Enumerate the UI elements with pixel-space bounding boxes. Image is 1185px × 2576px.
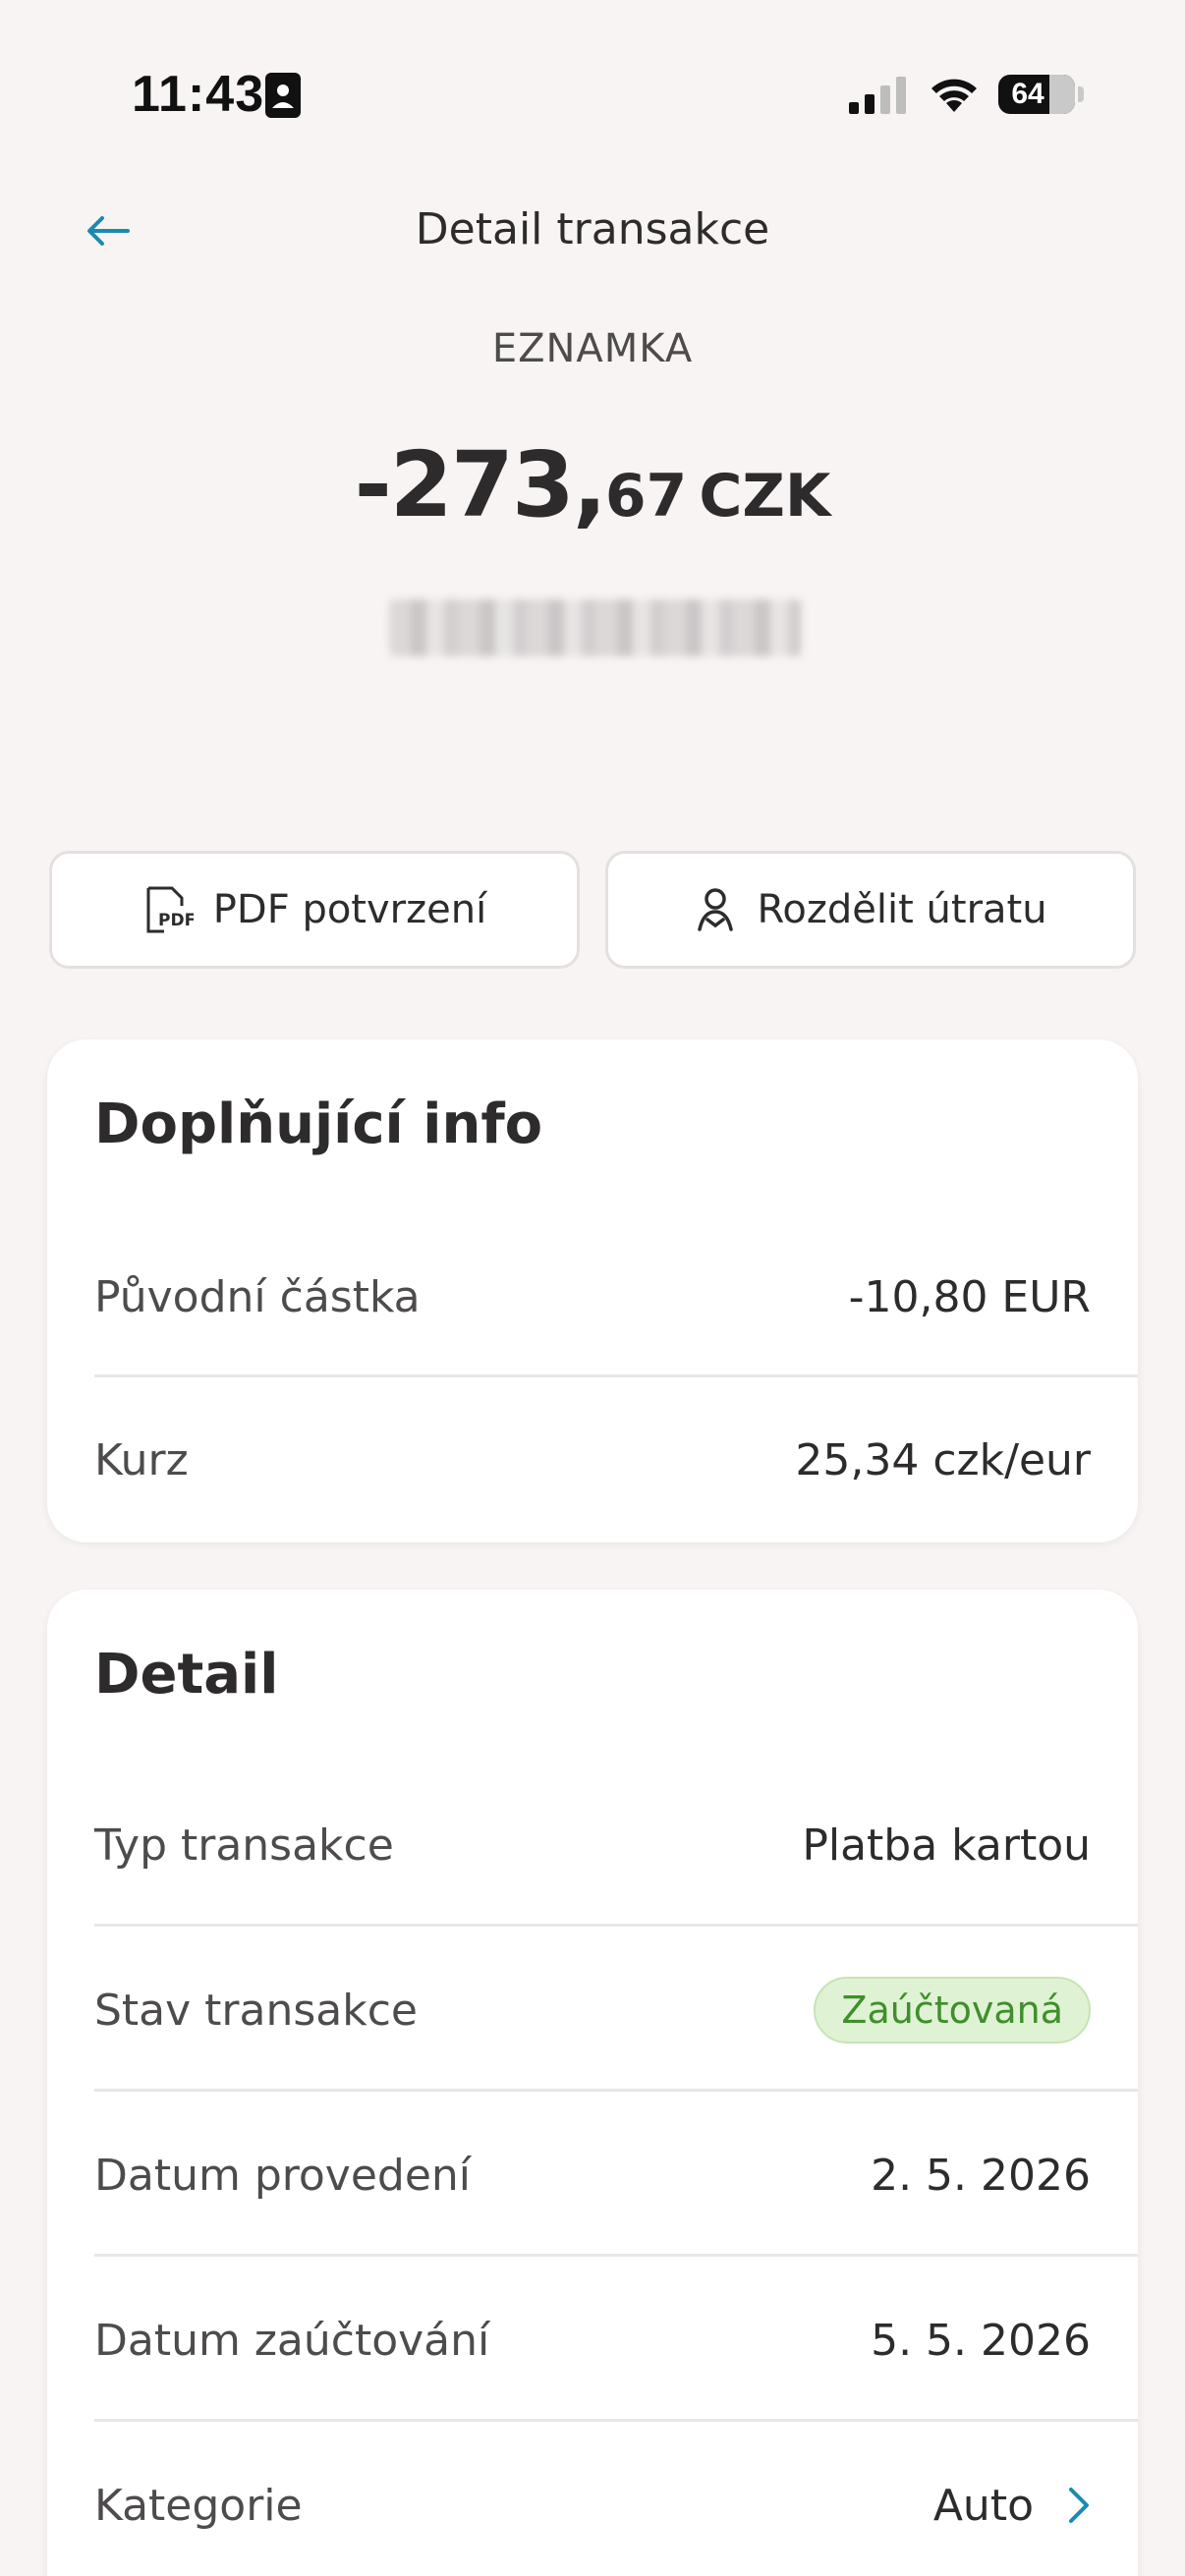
row-value: Platba kartou: [802, 1820, 1091, 1871]
cellular-signal-icon: [849, 77, 906, 114]
page-title: Detail transakce: [415, 204, 770, 254]
amount-minor: 67: [604, 462, 688, 531]
detail-row-posting-date: Datum zaúčtování 5. 5. 2026: [94, 2258, 1138, 2423]
row-label: Stav transakce: [94, 1985, 418, 2036]
row-label: Kategorie: [94, 2480, 303, 2531]
person-split-icon: [698, 888, 734, 931]
transaction-amount: -273,67 CZK: [0, 432, 1185, 537]
row-label: Datum zaúčtování: [94, 2315, 490, 2366]
detail-row-status: Stav transakce Zaúčtovaná: [94, 1928, 1138, 2093]
status-badge: Zaúčtovaná: [814, 1977, 1091, 2044]
row-label: Typ transakce: [94, 1820, 394, 1871]
info-row-original-amount: Původní částka -10,80 EUR: [94, 1214, 1138, 1379]
row-value: 2. 5. 2026: [871, 2150, 1091, 2201]
additional-info-title: Doplňující info: [94, 1092, 543, 1156]
row-value: Auto: [932, 2480, 1034, 2531]
pdf-icon: PDF: [146, 886, 194, 933]
pdf-confirmation-label: PDF potvrzení: [212, 887, 487, 932]
detail-row-type: Typ transakce Platba kartou: [94, 1763, 1138, 1928]
divider: [94, 1924, 1138, 1927]
status-bar: 11:43 64: [0, 0, 1185, 187]
row-value: 5. 5. 2026: [871, 2315, 1091, 2366]
row-value: -10,80 EUR: [848, 1271, 1091, 1322]
pdf-confirmation-button[interactable]: PDF PDF potvrzení: [49, 851, 580, 969]
row-value: 25,34 czk/eur: [795, 1434, 1091, 1485]
svg-text:PDF: PDF: [158, 911, 194, 930]
row-label: Datum provedení: [94, 2150, 472, 2201]
detail-row-execution-date: Datum provedení 2. 5. 2026: [94, 2093, 1138, 2258]
amount-currency: CZK: [699, 462, 831, 531]
amount-major: -273,: [354, 432, 607, 537]
detail-row-category[interactable]: Kategorie Auto: [94, 2423, 1138, 2576]
divider: [94, 2419, 1138, 2422]
wifi-icon: [931, 79, 977, 112]
battery-icon: 64: [998, 75, 1075, 114]
battery-level: 64: [1011, 78, 1044, 110]
additional-info-card: Doplňující info Původní částka -10,80 EU…: [47, 1039, 1138, 1542]
row-label: Původní částka: [94, 1271, 421, 1322]
merchant-name: EZNAMKA: [491, 326, 694, 371]
info-row-exchange-rate: Kurz 25,34 czk/eur: [94, 1377, 1138, 1542]
redacted-account: [389, 599, 802, 656]
status-time: 11:43: [132, 66, 265, 123]
detail-title: Detail: [94, 1643, 279, 1707]
battery-tip: [1078, 86, 1084, 102]
row-label: Kurz: [94, 1434, 189, 1485]
divider: [94, 2089, 1138, 2092]
split-expense-label: Rozdělit útratu: [757, 887, 1047, 932]
id-card-icon: [265, 73, 301, 118]
split-expense-button[interactable]: Rozdělit útratu: [605, 851, 1136, 969]
category-value: Auto: [933, 2481, 1091, 2531]
detail-card: Detail Typ transakce Platba kartou Stav …: [47, 1590, 1138, 2576]
divider: [94, 2254, 1138, 2257]
chevron-right-icon: [1069, 2488, 1089, 2523]
